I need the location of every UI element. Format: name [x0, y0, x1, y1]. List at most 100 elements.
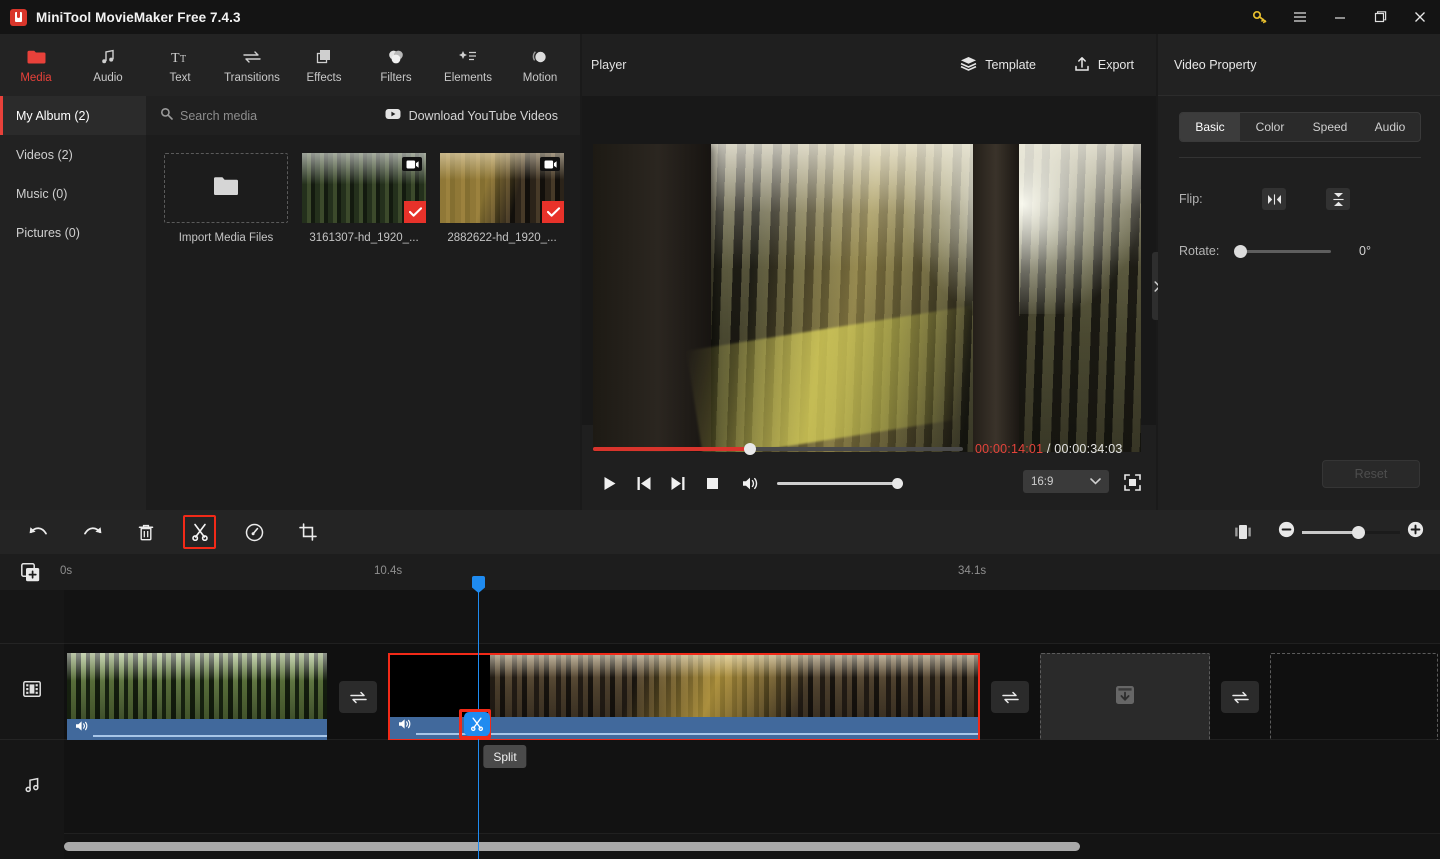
flip-label: Flip: — [1179, 192, 1203, 206]
export-button[interactable]: Export — [1074, 56, 1134, 75]
speedometer-icon[interactable] — [241, 520, 267, 544]
redo-arrow-icon[interactable] — [80, 520, 106, 544]
title-bar: MiniTool MovieMaker Free 7.4.3 — [0, 0, 1440, 34]
template-button[interactable]: Template — [960, 56, 1036, 74]
search-input[interactable]: Search media — [160, 107, 257, 125]
skip-forward-icon[interactable] — [661, 469, 695, 497]
tab-label: Elements — [444, 71, 492, 84]
media-grid: Import Media Files 3161307-hd_1920_... 2… — [146, 135, 580, 244]
tab-audio[interactable]: Audio — [72, 34, 144, 96]
transition-slot[interactable] — [991, 681, 1029, 713]
elements-icon — [458, 47, 478, 67]
tab-basic[interactable]: Basic — [1180, 113, 1240, 141]
license-key-icon[interactable] — [1240, 0, 1280, 34]
fullscreen-icon[interactable] — [1119, 469, 1145, 495]
close-icon[interactable] — [1400, 0, 1440, 34]
app-logo-icon — [10, 8, 27, 26]
undo-arrow-icon[interactable] — [25, 520, 51, 544]
stop-icon[interactable] — [695, 469, 729, 497]
rotate-label: Rotate: — [1179, 244, 1220, 258]
volume-slider[interactable] — [777, 477, 903, 489]
edit-toolbar — [0, 510, 1440, 554]
tab-color[interactable]: Color — [1240, 113, 1300, 141]
clip-mute-icon[interactable] — [398, 717, 412, 735]
media-thumbnail[interactable] — [302, 153, 426, 223]
track-header-audio[interactable] — [0, 740, 64, 834]
music-note-icon — [99, 47, 117, 67]
album-item-my-album[interactable]: My Album (2) — [0, 96, 146, 135]
tab-elements[interactable]: Elements — [432, 34, 504, 96]
split-clip-button[interactable] — [464, 712, 490, 736]
tab-text[interactable]: TT Text — [144, 34, 216, 96]
timeline-ruler[interactable]: 0s 10.4s 34.1s — [0, 554, 1440, 590]
zoom-out-button[interactable] — [1278, 521, 1295, 543]
tab-audio[interactable]: Audio — [1360, 113, 1420, 141]
media-dropzone-empty[interactable] — [1270, 653, 1438, 741]
import-dropzone[interactable] — [164, 153, 288, 223]
aspect-ratio-select[interactable]: 16:9 — [1023, 470, 1109, 493]
reset-button[interactable]: Reset — [1322, 460, 1420, 488]
zoom-slider[interactable] — [1302, 525, 1400, 539]
flip-vertical-button[interactable] — [1326, 188, 1350, 210]
download-youtube-button[interactable]: Download YouTube Videos — [385, 108, 558, 123]
player-controls: 00:00:14:01 / 00:00:34:03 16:9 — [582, 425, 1156, 510]
album-label: Music (0) — [16, 186, 68, 201]
import-media-label: Import Media Files — [178, 232, 274, 244]
tab-effects[interactable]: Effects — [288, 34, 360, 96]
zoom-handle[interactable] — [1352, 525, 1365, 539]
selected-check-icon — [404, 201, 426, 223]
trash-icon[interactable] — [133, 520, 159, 544]
album-item-videos[interactable]: Videos (2) — [0, 135, 146, 174]
tab-filters[interactable]: Filters — [360, 34, 432, 96]
transition-slot[interactable] — [339, 681, 377, 713]
import-media-cell[interactable]: Import Media Files — [164, 153, 288, 244]
tab-label: Effects — [306, 71, 342, 84]
flip-row: Flip: — [1179, 188, 1350, 210]
ruler-tick: 0s — [60, 565, 73, 577]
media-thumbnail[interactable] — [440, 153, 564, 223]
template-label: Template — [985, 58, 1036, 72]
transition-slot[interactable] — [1221, 681, 1259, 713]
timeline-row-audio[interactable] — [64, 740, 1440, 834]
skip-back-icon[interactable] — [627, 469, 661, 497]
play-icon[interactable] — [593, 469, 627, 497]
window-controls — [1240, 0, 1440, 34]
album-label: Videos (2) — [16, 147, 73, 162]
video-preview-area[interactable] — [582, 96, 1156, 452]
maximize-icon[interactable] — [1360, 0, 1400, 34]
add-media-icon[interactable] — [20, 562, 40, 582]
album-item-music[interactable]: Music (0) — [0, 174, 146, 213]
timeline-clip[interactable] — [67, 653, 327, 741]
crop-icon[interactable] — [295, 520, 321, 544]
tab-transitions[interactable]: Transitions — [216, 34, 288, 96]
seek-slider[interactable] — [593, 443, 963, 455]
volume-handle[interactable] — [892, 477, 903, 489]
flip-horizontal-button[interactable] — [1262, 188, 1286, 210]
media-dropzone[interactable] — [1040, 653, 1210, 741]
split-tooltip: Split — [483, 745, 527, 768]
timeline-row-video[interactable] — [64, 644, 1440, 741]
timeline-horizontal-scrollbar[interactable] — [64, 842, 1080, 851]
rotate-handle[interactable] — [1234, 244, 1247, 258]
minimize-icon[interactable] — [1320, 0, 1360, 34]
hamburger-menu-icon[interactable] — [1280, 0, 1320, 34]
tab-motion[interactable]: Motion — [504, 34, 576, 96]
track-header-video[interactable] — [0, 644, 64, 740]
media-item[interactable]: 3161307-hd_1920_... — [302, 153, 426, 244]
rotate-value: 0° — [1359, 244, 1371, 258]
tab-speed[interactable]: Speed — [1300, 113, 1360, 141]
seek-handle[interactable] — [744, 443, 756, 455]
album-item-pictures[interactable]: Pictures (0) — [0, 213, 146, 252]
track-header-overlay[interactable] — [0, 590, 64, 644]
clip-mute-icon[interactable] — [75, 719, 89, 737]
rotate-slider[interactable] — [1234, 244, 1331, 258]
folder-icon — [213, 175, 239, 201]
time-display: 00:00:14:01 / 00:00:34:03 — [975, 442, 1123, 456]
media-item[interactable]: 2882622-hd_1920_... — [440, 153, 564, 244]
zoom-in-button[interactable] — [1407, 521, 1424, 543]
speaker-icon[interactable] — [733, 469, 767, 497]
tab-media[interactable]: Media — [0, 34, 72, 96]
seek-row: 00:00:14:01 / 00:00:34:03 — [593, 439, 1145, 459]
fit-timeline-icon[interactable] — [1230, 520, 1256, 544]
timeline-row-overlay[interactable] — [64, 590, 1440, 644]
